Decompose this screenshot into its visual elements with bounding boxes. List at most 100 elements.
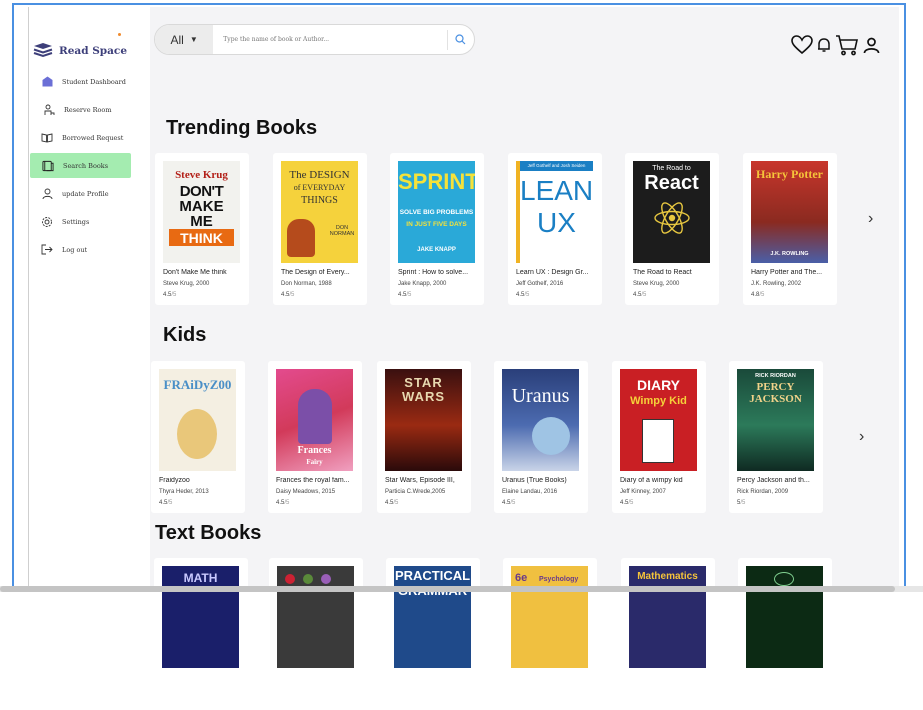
rating-max: /5 (740, 500, 746, 506)
cover-text: 6e (515, 572, 528, 584)
book-card[interactable]: RICK RIORDAN PERCY JACKSON Percy Jackson… (729, 361, 823, 513)
cart-icon[interactable] (835, 34, 859, 56)
book-card[interactable]: MATH (154, 558, 248, 710)
cover-illustration (285, 574, 295, 584)
book-author: Jeff Kinney, 2007 (620, 489, 666, 495)
book-cover: MATH (162, 566, 239, 668)
book-card[interactable]: Harry Potter J.K. ROWLING Harry Potter a… (743, 153, 837, 305)
search-input[interactable] (223, 27, 447, 52)
book-cover: Harry Potter J.K. ROWLING (751, 161, 828, 263)
book-cover (746, 566, 823, 668)
sidebar-item-settings[interactable]: Settings (29, 209, 151, 234)
sidebar-item-label: update Profile (62, 189, 109, 198)
cover-illustration (303, 574, 313, 584)
rating-max: /5 (641, 292, 647, 298)
teapot-graphic (287, 219, 315, 257)
book-card[interactable]: Uranus Uranus (True Books) Elaine Landau… (494, 361, 588, 513)
section-title-kids: Kids (163, 324, 207, 346)
book-cover: FRAiDyZ00 (159, 369, 236, 471)
book-card[interactable]: PRACTICAL GRAMMAR (386, 558, 480, 710)
book-author: Jeff Gothelf, 2016 (516, 281, 564, 287)
cover-text: Wimpy Kid (630, 395, 687, 407)
cover-text: Harry Potter (756, 167, 823, 181)
sidebar-item-label: Borrowed Request (62, 133, 124, 142)
book-title: Frances the royal fam... (276, 477, 350, 484)
rating-max: /5 (393, 500, 399, 506)
search-button[interactable] (446, 29, 474, 50)
book-card[interactable]: STAR WARS Star Wars, Episode III, Partic… (377, 361, 471, 513)
book-cover: DIARY Wimpy Kid (620, 369, 697, 471)
header-actions (791, 34, 880, 56)
book-card[interactable] (738, 558, 832, 710)
cover-text: The DESIGN (289, 169, 350, 181)
book-card[interactable]: Jeff Gothelf and Josh Seiden LEAN UX Lea… (508, 153, 602, 305)
book-card[interactable]: 6e Psychology (503, 558, 597, 710)
sidebar-item-reserve-room[interactable]: Reserve Room (29, 97, 151, 122)
book-card[interactable]: Steve Krug DON'T MAKE ME THINK Don't Mak… (155, 153, 249, 305)
book-rating: 4.5/5 (163, 292, 176, 298)
sidebar-nav: Student Dashboard Reserve Room Borrowed … (29, 69, 151, 265)
book-rating: 4.5/5 (620, 500, 633, 506)
book-card[interactable]: DIARY Wimpy Kid Diary of a wimpy kid Jef… (612, 361, 706, 513)
cover-text: THINGS (301, 195, 338, 206)
caret-down-icon: ▼ (189, 35, 198, 44)
sidebar-item-log-out[interactable]: Log out (29, 237, 151, 262)
book-author: Don Norman, 1988 (281, 281, 332, 287)
book-card[interactable] (269, 558, 363, 710)
account-icon[interactable] (863, 37, 880, 54)
book-card[interactable]: FRAiDyZ00 Fraidyzoo Thyra Heder, 2013 4.… (151, 361, 245, 513)
book-card[interactable]: The DESIGN of EVERYDAY THINGS DON NORMAN… (273, 153, 367, 305)
sidebar-item-student-dashboard[interactable]: Student Dashboard (29, 69, 151, 94)
book-title: Percy Jackson and th... (737, 477, 810, 484)
book-card[interactable]: The Road to React The Road to React Stev… (625, 153, 719, 305)
room-icon (43, 104, 55, 116)
horizontal-scrollbar-thumb[interactable] (0, 586, 895, 592)
book-title: Sprint : How to solve... (398, 269, 469, 276)
book-author: Steve Krug, 2000 (163, 281, 210, 287)
sidebar-item-borrowed-request[interactable]: Borrowed Request (29, 125, 151, 150)
book-card[interactable]: Mathematics (621, 558, 715, 710)
book-author: Elaine Landau, 2016 (502, 489, 558, 495)
rating-max: /5 (510, 500, 516, 506)
book-title: Diary of a wimpy kid (620, 477, 683, 484)
planet-graphic (532, 417, 570, 455)
cover-text: DIARY (636, 377, 681, 393)
sidebar-item-label: Search Books (63, 161, 109, 170)
cover-text: J.K. ROWLING (770, 251, 809, 257)
brand-logo[interactable]: Read Space (33, 43, 127, 59)
book-rating: 4.5/5 (276, 500, 289, 506)
stacked-books-icon (33, 43, 53, 58)
sidebar-item-search-books[interactable]: Search Books (30, 153, 131, 178)
dashboard-icon (41, 76, 53, 88)
sidebar-item-update-profile[interactable]: update Profile (29, 181, 151, 206)
book-cover: Steve Krug DON'T MAKE ME THINK (163, 161, 240, 263)
book-cover: The Road to React (633, 161, 710, 263)
cover-text: Jeff Gothelf and Josh Seiden (527, 163, 586, 168)
book-cover: PRACTICAL GRAMMAR (394, 566, 471, 668)
cover-text: WARS (402, 389, 445, 404)
chevron-right-icon[interactable]: › (868, 210, 873, 228)
book-cover (277, 566, 354, 668)
bell-icon[interactable] (817, 37, 831, 53)
category-select[interactable]: All ▼ (155, 25, 214, 54)
book-cover: The DESIGN of EVERYDAY THINGS DON NORMAN (281, 161, 358, 263)
book-rating: 4.5/5 (633, 292, 646, 298)
book-card[interactable]: Frances Fairy Frances the royal fam... D… (268, 361, 362, 513)
cover-text: LEAN (520, 175, 593, 206)
rating-max: /5 (524, 292, 530, 298)
cover-text: Fairy (306, 458, 323, 466)
brand-dot (118, 33, 121, 36)
cover-text: Frances (297, 445, 332, 456)
book-title: Harry Potter and The... (751, 269, 823, 276)
heart-icon[interactable] (791, 35, 813, 55)
gear-icon (41, 216, 53, 228)
cover-text: Psychology (539, 576, 579, 583)
cover-illustration (321, 574, 331, 584)
chevron-right-icon[interactable]: › (859, 428, 864, 446)
rating-max: /5 (406, 292, 412, 298)
section-title-textbooks: Text Books (155, 522, 262, 544)
book-card[interactable]: SPRINT SOLVE BIG PROBLEMS IN JUST FIVE D… (390, 153, 484, 305)
book-rating: 4.5/5 (516, 292, 529, 298)
cover-illustration (177, 409, 217, 459)
sidebar-item-label: Reserve Room (64, 105, 112, 114)
